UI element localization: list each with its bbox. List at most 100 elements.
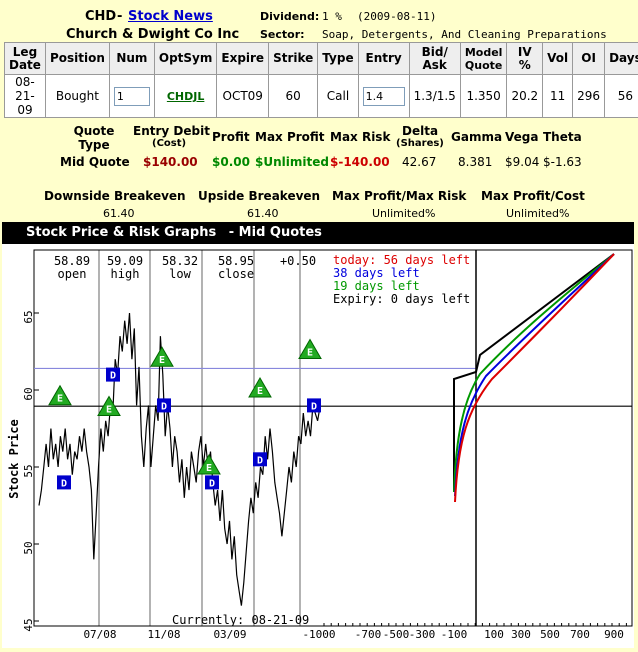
risk-chart-svg: 6560555045Stock Price07/0811/0803/09-100… <box>2 244 634 648</box>
sector-label: Sector: <box>260 28 305 41</box>
col-model-quote: Model Quote <box>460 43 507 75</box>
x-tick-label-pnl: 900 <box>604 628 624 641</box>
earnings-marker-label: E <box>159 355 165 366</box>
entry-debit-value: $140.00 <box>143 155 198 169</box>
quote-label: high <box>111 267 140 281</box>
upside-breakeven-value: 61.40 <box>247 207 279 220</box>
panel-title: Stock Price & Risk Graphs <box>26 225 216 240</box>
dividend-marker-label: D <box>161 401 167 412</box>
profit-label: Profit <box>212 130 250 144</box>
legend-entry: today: 56 days left <box>333 253 470 267</box>
earnings-marker-label: E <box>106 404 112 415</box>
max-risk-label: Max Risk <box>330 130 390 144</box>
cell-position: Bought <box>45 75 109 118</box>
quote-type-value: Mid Quote <box>60 155 130 169</box>
col-leg-date: Leg Date <box>5 43 46 75</box>
cell-optsym: CHDJL <box>154 75 217 118</box>
theta-value: $-1.63 <box>543 155 582 169</box>
max-risk-value: $-140.00 <box>330 155 390 169</box>
legs-table: Leg Date Position Num OptSym Expire Stri… <box>4 42 638 118</box>
x-tick-label-pnl: 700 <box>570 628 590 641</box>
optsym-link[interactable]: CHDJL <box>167 90 205 103</box>
stock-news-link[interactable]: Stock News <box>128 9 213 24</box>
max-profit-risk-value: Unlimited% <box>372 207 435 220</box>
y-tick-label: 65 <box>22 310 35 323</box>
quote-value: 58.32 <box>162 254 198 268</box>
x-tick-label-pnl: 500 <box>540 628 560 641</box>
panel-subtitle: - Mid Quotes <box>229 225 322 240</box>
entry-debit-label: Entry Debit <box>133 124 210 138</box>
legend-entry: 38 days left <box>333 266 420 280</box>
plot-area <box>34 250 632 626</box>
dividend-marker-label: D <box>110 371 116 382</box>
x-tick-label-pnl: -300 <box>409 628 436 641</box>
max-profit-label: Max Profit <box>255 130 325 144</box>
x-tick-label-time: 07/08 <box>83 628 116 641</box>
upside-breakeven-label: Upside Breakeven <box>198 189 320 203</box>
quote-value: 59.09 <box>107 254 143 268</box>
cell-model-quote: 1.350 <box>460 75 507 118</box>
y-axis-label: Stock Price <box>7 419 21 498</box>
y-tick-label: 60 <box>22 387 35 400</box>
dividend-marker-label: D <box>209 478 215 489</box>
header: CHD - Stock News Church & Dwight Co Inc … <box>0 0 638 44</box>
x-tick-label-pnl: -500 <box>383 628 410 641</box>
currently-label: Currently: 08-21-09 <box>172 613 309 627</box>
col-strike: Strike <box>269 43 318 75</box>
delta-label: Delta <box>402 124 438 138</box>
x-tick-label-pnl: 100 <box>484 628 504 641</box>
earnings-marker-label: E <box>57 394 63 405</box>
entry-debit-sub: (Cost) <box>152 138 186 149</box>
symbol-dash: - <box>117 9 122 24</box>
vega-label: Vega <box>505 130 538 144</box>
profit-value: $0.00 <box>212 155 250 169</box>
earnings-marker-label: E <box>206 463 212 474</box>
col-entry: Entry <box>358 43 409 75</box>
cell-days: 56 <box>605 75 638 118</box>
earnings-marker-label: E <box>307 348 313 359</box>
legs-table-header: Leg Date Position Num OptSym Expire Stri… <box>5 43 638 75</box>
company-name: Church & Dwight Co Inc <box>66 27 239 42</box>
cell-expire: OCT09 <box>217 75 269 118</box>
earnings-marker-label: E <box>257 386 263 397</box>
cell-iv: 20.2 <box>507 75 543 118</box>
cell-oi: 296 <box>573 75 605 118</box>
downside-breakeven-value: 61.40 <box>103 207 135 220</box>
vega-value: $9.04 <box>505 155 539 169</box>
x-tick-label-time: 03/09 <box>213 628 246 641</box>
dividend-date: (2009-08-11) <box>357 10 436 23</box>
entry-input[interactable]: 1.4 <box>363 87 405 106</box>
symbol: CHD <box>85 9 116 24</box>
quote-value: 58.95 <box>218 254 254 268</box>
cell-vol: 11 <box>543 75 573 118</box>
cell-num: 1 <box>109 75 154 118</box>
col-num: Num <box>109 43 154 75</box>
dividend-label: Dividend: <box>260 10 319 23</box>
dividend-marker-label: D <box>257 455 263 466</box>
col-optsym: OptSym <box>154 43 217 75</box>
legend-entry: 19 days left <box>333 279 420 293</box>
cell-entry: 1.4 <box>358 75 409 118</box>
y-tick-label: 55 <box>22 464 35 477</box>
legend-entry: Expiry: 0 days left <box>333 292 470 306</box>
num-input[interactable]: 1 <box>114 87 150 106</box>
theta-label: Theta <box>543 130 582 144</box>
delta-sub: (Shares) <box>396 138 444 149</box>
quote-type-label: Quote Type <box>72 124 116 152</box>
gamma-value: 8.381 <box>458 155 492 169</box>
quote-label: low <box>169 267 191 281</box>
x-tick-label-pnl: -100 <box>441 628 468 641</box>
y-tick-label: 45 <box>22 618 35 631</box>
cell-strike: 60 <box>269 75 318 118</box>
gamma-label: Gamma <box>451 130 502 144</box>
cell-type: Call <box>318 75 358 118</box>
quote-value: +0.50 <box>280 254 316 268</box>
x-tick-label-pnl: -1000 <box>302 628 335 641</box>
col-oi: OI <box>573 43 605 75</box>
quote-label: close <box>218 267 254 281</box>
x-tick-label-pnl: -700 <box>355 628 382 641</box>
delta-value: 42.67 <box>402 155 436 169</box>
dividend-marker-label: D <box>61 478 67 489</box>
col-type: Type <box>318 43 358 75</box>
risk-chart: 6560555045Stock Price07/0811/0803/09-100… <box>2 244 634 648</box>
